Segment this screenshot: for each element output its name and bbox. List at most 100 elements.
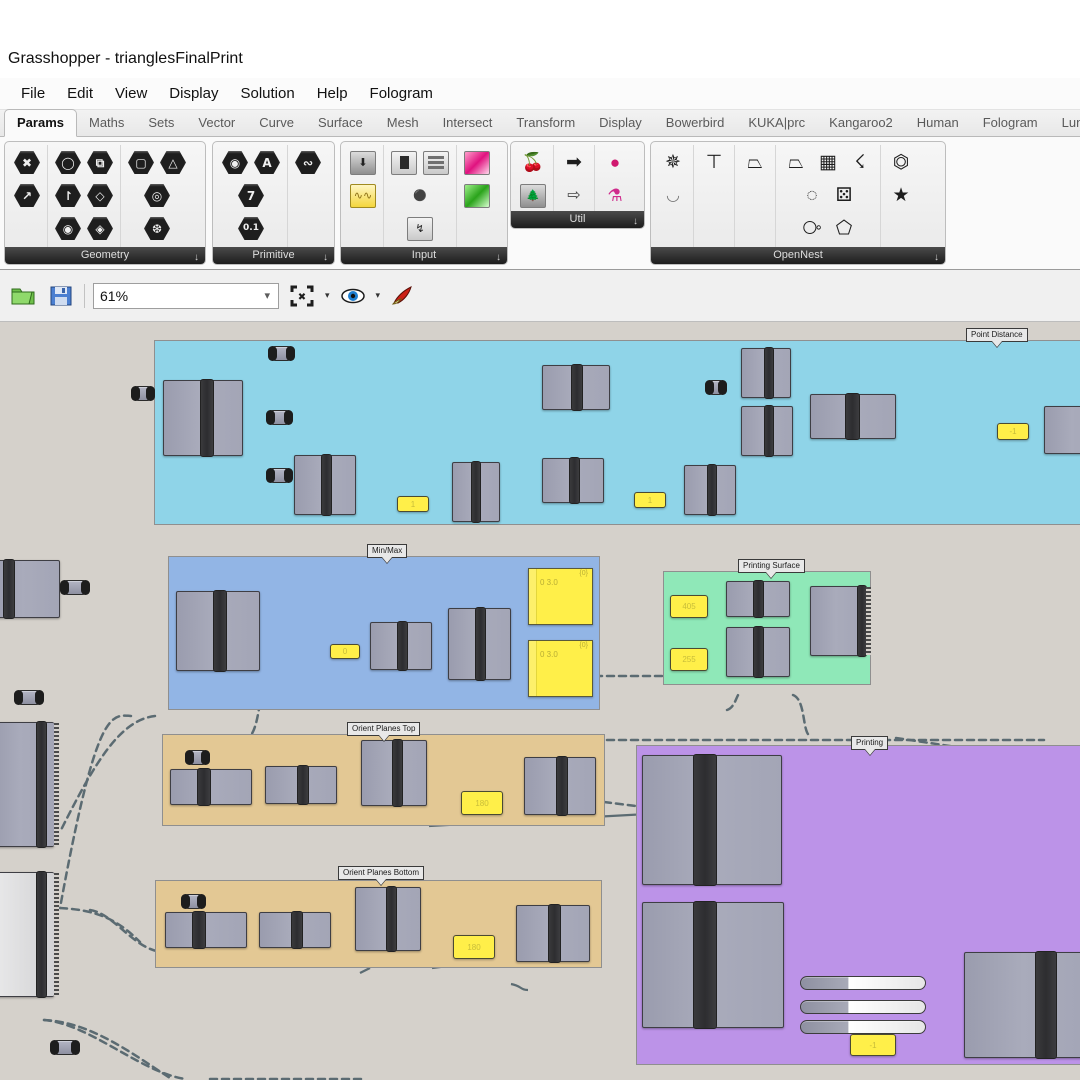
arrow-right-outline-icon[interactable]: ⇨ (558, 179, 590, 212)
gh-param-capsule[interactable] (185, 750, 210, 765)
gh-component[interactable] (165, 911, 247, 949)
gh-component[interactable] (642, 901, 784, 1029)
grasshopper-canvas[interactable]: Point Distance Min/Max Printing Surface Ori… (0, 322, 1080, 1080)
tab-surface[interactable]: Surface (306, 110, 375, 136)
mesh-icon[interactable]: △ (157, 146, 189, 179)
menu-item-help[interactable]: Help (306, 82, 359, 105)
tab-maths[interactable]: Maths (77, 110, 136, 136)
gh-number-slider[interactable]: -1 (850, 1034, 896, 1056)
tag-icon[interactable]: ★ (885, 179, 917, 212)
gh-component[interactable] (448, 607, 511, 681)
boolean-icon[interactable]: ◉ (219, 146, 251, 179)
gh-component[interactable] (294, 454, 356, 516)
gh-param-capsule[interactable] (50, 1040, 80, 1055)
tab-intersect[interactable]: Intersect (431, 110, 505, 136)
open-file-icon[interactable] (8, 282, 38, 310)
tab-mesh[interactable]: Mesh (375, 110, 431, 136)
gh-data-panel[interactable]: {0} 0 3.0 (528, 568, 593, 625)
gh-component[interactable] (516, 904, 590, 963)
path-icon[interactable]: ∾ (292, 146, 324, 179)
gh-component[interactable] (370, 621, 432, 671)
preview-eye-icon[interactable] (338, 282, 368, 310)
group-label-point-distance[interactable]: Point Distance (966, 328, 1028, 342)
gh-component[interactable] (452, 461, 500, 523)
gh-param-capsule[interactable] (14, 690, 44, 705)
button-icon[interactable] (388, 146, 420, 179)
gh-component[interactable] (810, 393, 896, 440)
gh-component[interactable] (741, 405, 793, 457)
gh-component[interactable] (726, 580, 790, 618)
wifi-icon[interactable]: ◡ (657, 179, 689, 212)
gh-component[interactable] (361, 739, 427, 807)
vector-geometry-icon[interactable]: ↗ (11, 179, 43, 212)
preview-dropdown-icon[interactable]: ▾ (376, 290, 381, 301)
group-label-printing-surface[interactable]: Printing Surface (738, 559, 805, 573)
gh-param-capsule[interactable] (266, 468, 293, 483)
graph-mapper-icon[interactable]: ∿∿ (347, 179, 379, 212)
tab-transform[interactable]: Transform (504, 110, 587, 136)
sphere-pink-icon[interactable]: ● (599, 146, 631, 179)
gh-component[interactable] (163, 379, 243, 457)
circle-icon[interactable]: ◯ (52, 146, 84, 179)
map-xy-icon[interactable]: ⏣ (885, 146, 917, 179)
group-label-printing[interactable]: Printing (851, 736, 889, 750)
zoom-level-select[interactable]: 61% ▾ (93, 282, 279, 309)
overlap-icon[interactable]: ◌ (796, 179, 828, 212)
gh-component[interactable] (0, 721, 59, 848)
line-icon[interactable]: ⧉ (84, 146, 116, 179)
geometry-pipe-icon[interactable]: ◎ (141, 179, 173, 212)
text-icon[interactable]: A (251, 146, 283, 179)
menu-item-display[interactable]: Display (158, 82, 229, 105)
group-icon[interactable]: ❆ (141, 212, 173, 245)
nest-poly-icon[interactable]: ⬠ (828, 212, 860, 245)
tab-fologram[interactable]: Fologram (971, 110, 1050, 136)
gh-param-capsule[interactable] (60, 580, 90, 595)
dice-icon[interactable]: ⚄ (828, 179, 860, 212)
gh-param-capsule[interactable] (131, 386, 155, 401)
zoom-extents-icon[interactable]: ✖ (287, 282, 317, 310)
arrow-right-solid-icon[interactable]: ➡ (558, 146, 590, 179)
gh-component[interactable] (170, 768, 252, 806)
gh-component[interactable] (176, 590, 260, 672)
menu-item-solution[interactable]: Solution (229, 82, 305, 105)
tab-curve[interactable]: Curve (247, 110, 306, 136)
multiline-panel-icon[interactable] (420, 146, 452, 179)
gh-number-slider[interactable]: 0 (330, 644, 360, 659)
colour-swatch-icon[interactable] (461, 179, 493, 212)
gh-param-capsule[interactable] (266, 410, 293, 425)
panel-collapse-arrow-icon[interactable]: ↓ (194, 249, 199, 264)
gh-component[interactable] (542, 364, 610, 411)
gh-component[interactable] (0, 559, 60, 619)
integer-icon[interactable]: 7 (235, 179, 267, 212)
gh-param-capsule[interactable] (181, 894, 206, 909)
gh-component[interactable] (355, 886, 421, 952)
gh-number-slider[interactable]: -1 (997, 423, 1029, 440)
gh-data-panel[interactable]: {0} 0 3.0 (528, 640, 593, 697)
menu-item-view[interactable]: View (104, 82, 158, 105)
gh-number-slider[interactable]: 1 (397, 496, 429, 512)
nest-star-icon[interactable]: ✵ (657, 146, 689, 179)
gh-number-slider[interactable]: 1 (634, 492, 666, 508)
tilted-plane-icon[interactable]: ⏢ (739, 146, 771, 179)
arc-icon[interactable]: ↾ (52, 179, 84, 212)
zoom-extents-dropdown-icon[interactable]: ▾ (325, 290, 330, 301)
panel-collapse-arrow-icon[interactable]: ↓ (323, 249, 328, 264)
gh-component[interactable] (524, 756, 596, 816)
number-icon[interactable]: 0.1 (235, 212, 267, 245)
point-geometry-icon[interactable]: ✖ (11, 146, 43, 179)
value-list-icon[interactable]: ↯ (404, 212, 436, 245)
tab-sets[interactable]: Sets (136, 110, 186, 136)
gh-boolean-toggle[interactable] (800, 1020, 926, 1034)
knob-icon[interactable]: ⚫ (404, 179, 436, 212)
group-point-distance[interactable] (154, 340, 1080, 525)
gh-number-slider[interactable]: 255 (670, 648, 708, 671)
clusters-icon[interactable]: ⧂ (796, 212, 828, 245)
bake-icon[interactable] (388, 282, 418, 310)
flask-icon[interactable]: ⚗ (599, 179, 631, 212)
gh-component[interactable] (810, 585, 871, 657)
gh-boolean-toggle[interactable] (800, 976, 926, 990)
gh-component[interactable] (259, 911, 331, 949)
menu-item-fologram[interactable]: Fologram (359, 82, 444, 105)
panel-collapse-arrow-icon[interactable]: ↓ (934, 249, 939, 264)
gh-number-slider[interactable]: 405 (670, 595, 708, 618)
